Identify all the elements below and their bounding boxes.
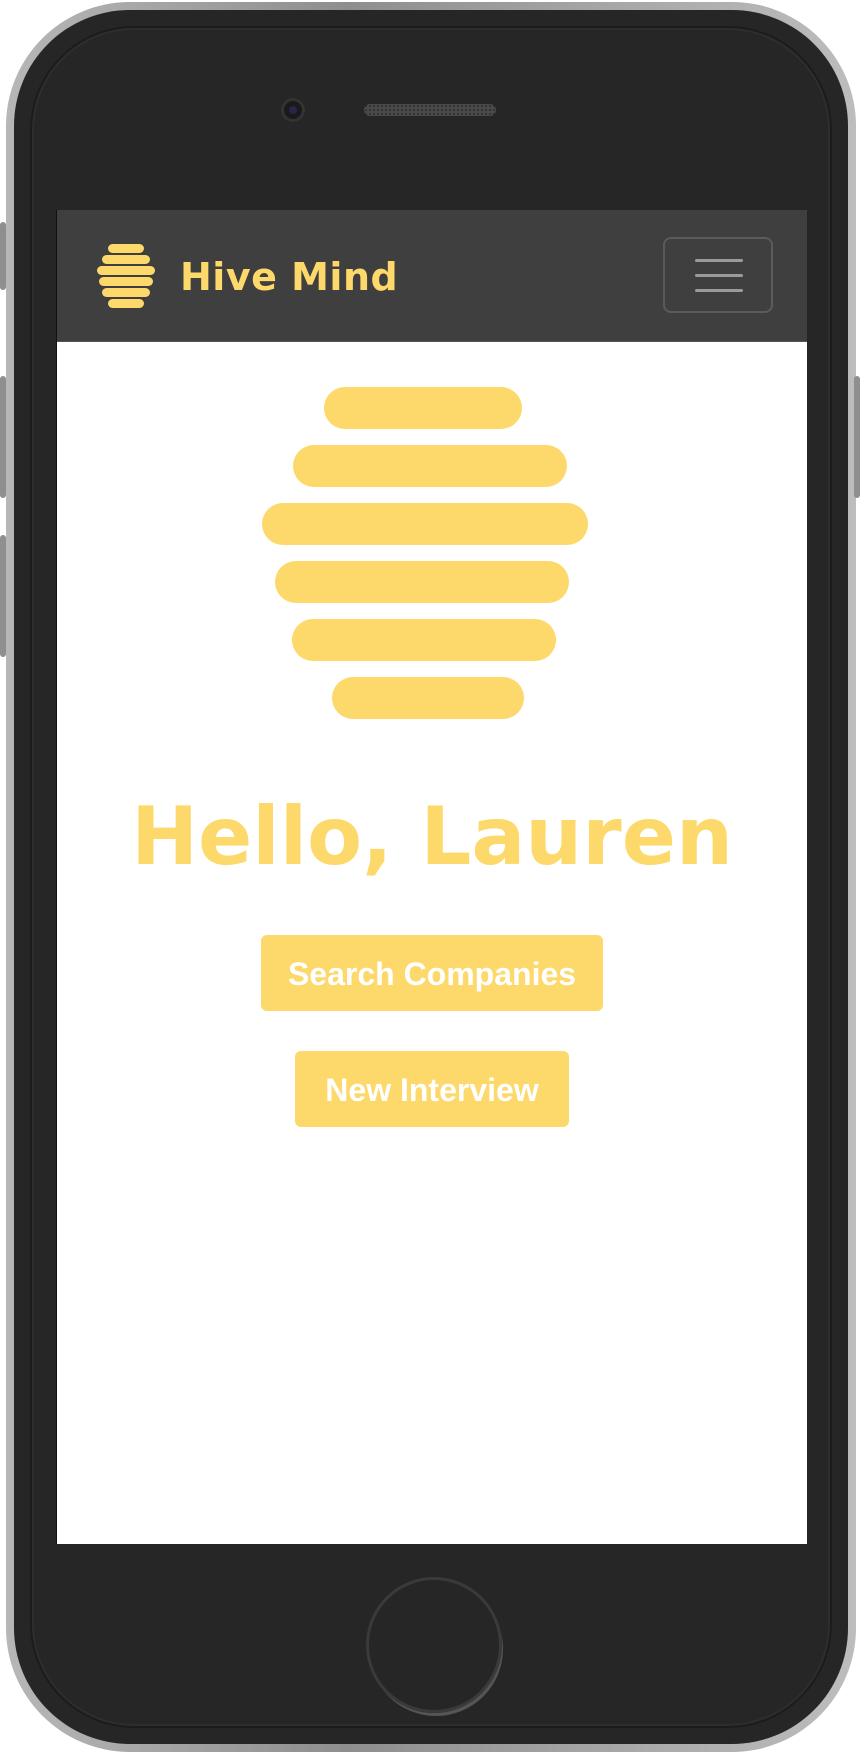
beehive-icon (97, 244, 155, 308)
hamburger-menu-icon (695, 289, 743, 292)
brand-name: Hive Mind (180, 255, 399, 299)
app-screen: Hive Mind Hello, Lauren Search Companies… (56, 210, 807, 1544)
front-camera-icon (281, 98, 305, 122)
hamburger-menu-icon (695, 259, 743, 262)
hamburger-menu-icon (695, 274, 743, 277)
mute-switch (0, 222, 6, 290)
new-interview-button[interactable]: New Interview (295, 1051, 569, 1127)
volume-down-button (0, 535, 6, 657)
navbar-toggle-button[interactable] (663, 237, 773, 313)
speaker-grille (364, 104, 496, 116)
brand-link[interactable]: Hive Mind (97, 242, 398, 312)
power-button (854, 376, 860, 498)
home-button[interactable] (366, 1577, 502, 1713)
beehive-icon (262, 387, 588, 719)
search-companies-button[interactable]: Search Companies (261, 935, 603, 1011)
volume-up-button (0, 376, 6, 498)
navbar: Hive Mind (57, 210, 807, 342)
greeting-heading: Hello, Lauren (131, 790, 733, 883)
